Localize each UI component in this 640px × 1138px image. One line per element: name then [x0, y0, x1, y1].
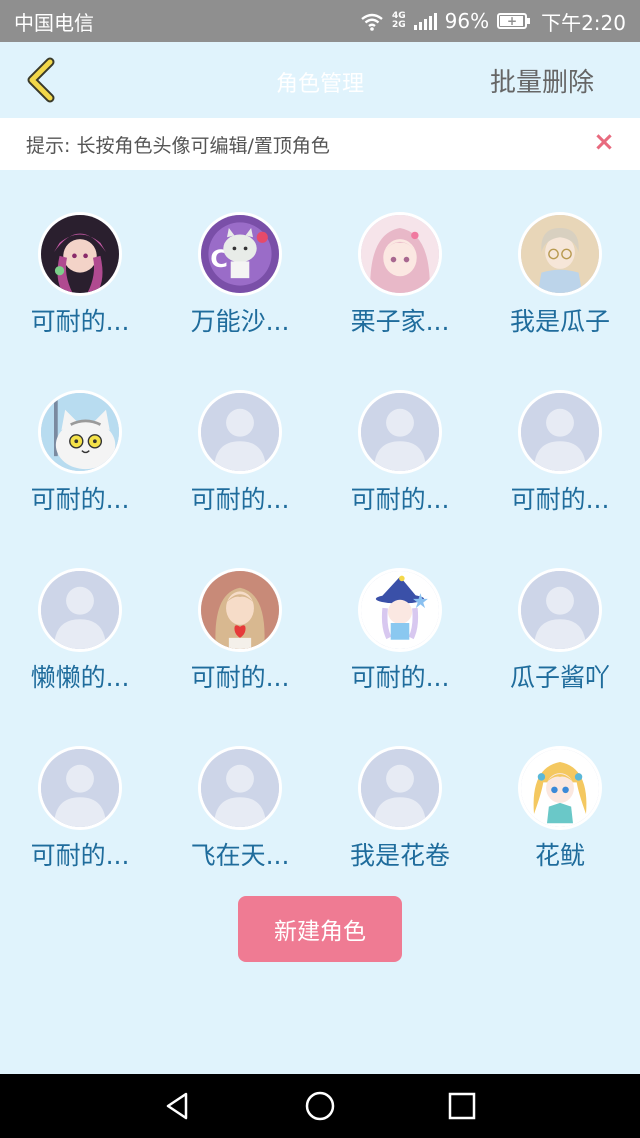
carrier-label: 中国电信	[14, 10, 94, 35]
role-item[interactable]: 可耐的...	[320, 390, 480, 568]
signal-icon	[413, 12, 437, 30]
role-name: 可耐的...	[190, 663, 290, 692]
role-item[interactable]: 栗子家...	[320, 212, 480, 390]
role-name: 可耐的...	[30, 841, 130, 870]
role-name: 可耐的...	[350, 663, 450, 692]
role-avatar[interactable]	[38, 390, 122, 474]
role-item[interactable]: 我是瓜子	[480, 212, 640, 390]
tip-text: 提示: 长按角色头像可编辑/置顶角色	[26, 134, 330, 157]
role-avatar[interactable]	[518, 568, 602, 652]
role-name: 可耐的...	[30, 307, 130, 336]
role-avatar[interactable]	[358, 390, 442, 474]
role-item[interactable]: 懒懒的...	[0, 568, 160, 746]
navigation-bar	[0, 1074, 640, 1138]
wifi-icon	[360, 12, 384, 31]
role-name: 可耐的...	[510, 485, 610, 514]
status-icons: 4G 2G 96% + 下午2:20	[360, 7, 626, 36]
role-grid: 可耐的... CY 万能沙... 栗子家... 我是瓜子 可耐的... 可耐的... 可耐的.…	[0, 212, 640, 924]
circle-home-icon[interactable]	[304, 1090, 336, 1122]
role-item[interactable]: 花鱿	[480, 746, 640, 924]
role-avatar[interactable]	[198, 390, 282, 474]
role-name: 可耐的...	[30, 485, 130, 514]
role-item[interactable]: 可耐的...	[160, 568, 320, 746]
role-item[interactable]: 可耐的...	[480, 390, 640, 568]
network-tag-bottom: 2G	[391, 20, 406, 30]
role-avatar[interactable]	[358, 212, 442, 296]
role-name: 我是瓜子	[509, 307, 610, 336]
role-name: 瓜子酱吖	[509, 663, 610, 692]
battery-percent: 96%	[444, 9, 490, 33]
role-item[interactable]: 可耐的...	[160, 390, 320, 568]
role-name: 懒懒的...	[30, 663, 130, 692]
role-avatar[interactable]	[518, 390, 602, 474]
role-name: 花鱿	[534, 841, 585, 870]
role-avatar[interactable]	[38, 746, 122, 830]
role-name: 飞在天...	[190, 841, 290, 870]
role-avatar[interactable]	[198, 746, 282, 830]
role-item[interactable]: 可耐的...	[0, 746, 160, 924]
role-avatar[interactable]	[38, 568, 122, 652]
role-item[interactable]: 可耐的...	[320, 568, 480, 746]
role-item[interactable]: CY 万能沙...	[160, 212, 320, 390]
role-avatar[interactable]	[518, 212, 602, 296]
role-item[interactable]: 可耐的...	[0, 212, 160, 390]
role-item[interactable]: 可耐的...	[0, 390, 160, 568]
role-avatar[interactable]	[358, 746, 442, 830]
square-recents-icon[interactable]	[446, 1090, 478, 1122]
header: 角色管理 批量删除	[0, 42, 640, 118]
network-type-tag: 4G 2G	[392, 12, 406, 30]
new-role-button[interactable]: 新建角色	[238, 896, 402, 962]
close-icon[interactable]: ×	[592, 129, 616, 155]
role-name: 万能沙...	[190, 307, 290, 336]
clock: 下午2:20	[541, 10, 626, 35]
role-name: 可耐的...	[190, 485, 290, 514]
battery-icon: +	[497, 13, 531, 29]
role-avatar[interactable]	[518, 746, 602, 830]
role-name: 栗子家...	[350, 307, 450, 336]
role-avatar[interactable]	[358, 568, 442, 652]
role-name: 可耐的...	[350, 485, 450, 514]
role-name: 我是花卷	[349, 841, 450, 870]
role-avatar[interactable]	[198, 568, 282, 652]
triangle-back-icon[interactable]	[162, 1090, 194, 1122]
role-item[interactable]: 瓜子酱吖	[480, 568, 640, 746]
role-avatar[interactable]: CY	[198, 212, 282, 296]
batch-delete-button[interactable]: 批量删除	[490, 62, 594, 99]
role-avatar[interactable]	[38, 212, 122, 296]
status-bar: 中国电信 4G 2G 96% + 下午2:20	[0, 0, 640, 42]
tip-bar: 提示: 长按角色头像可编辑/置顶角色 ×	[0, 118, 640, 170]
